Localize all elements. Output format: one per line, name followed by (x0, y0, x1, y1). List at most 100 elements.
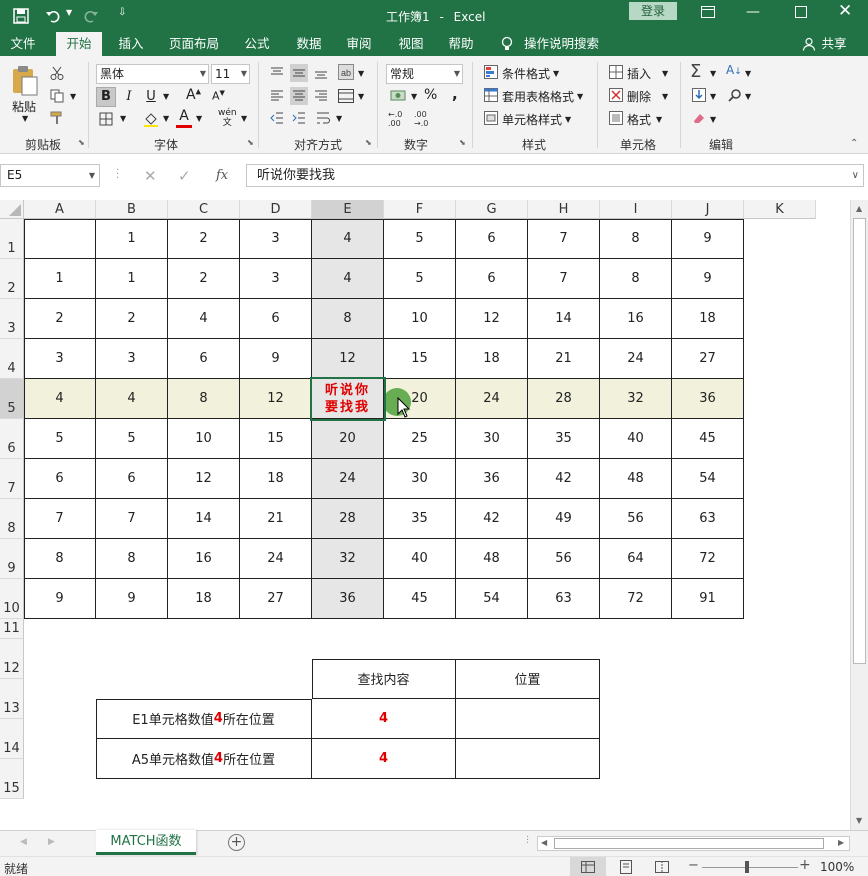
copy-dropdown-icon[interactable]: ▼ (70, 92, 76, 101)
table-cell[interactable]: 56 (528, 539, 600, 579)
table-cell[interactable]: 42 (456, 499, 528, 539)
ribbon-display-options-icon[interactable] (698, 4, 718, 20)
sheet-tab-active[interactable]: MATCH函数 (96, 830, 196, 855)
tab-view[interactable]: 视图 (392, 32, 430, 56)
next-sheet-icon[interactable]: ▶ (48, 837, 55, 847)
table-cell[interactable]: 32 (312, 539, 384, 579)
table-cell[interactable]: 24 (312, 459, 384, 499)
table-cell[interactable]: 3 (96, 339, 168, 379)
table-cell[interactable]: 36 (312, 579, 384, 619)
table-cell[interactable]: 15 (240, 419, 312, 459)
table-cell[interactable]: 18 (456, 339, 528, 379)
row-header-2[interactable]: 2 (0, 259, 24, 299)
table-cell[interactable]: 14 (528, 299, 600, 339)
row-header-7[interactable]: 7 (0, 459, 24, 499)
tab-home[interactable]: 开始 (56, 32, 102, 56)
row-header-10[interactable]: 10 (0, 579, 24, 619)
table-cell[interactable]: 40 (384, 539, 456, 579)
formula-bar-grip-icon[interactable]: · · · (116, 166, 119, 184)
column-header-e[interactable]: E (312, 200, 384, 219)
column-header-k[interactable]: K (744, 200, 816, 219)
merge-dropdown-icon[interactable]: ▼ (358, 92, 364, 101)
vertical-scroll-thumb[interactable] (853, 218, 866, 664)
table-format-icon[interactable] (482, 87, 500, 103)
table-cell[interactable]: 3 (240, 219, 312, 259)
decrease-indent-icon[interactable] (268, 109, 286, 127)
table-cell[interactable]: 45 (384, 579, 456, 619)
row-header-12[interactable]: 12 (0, 639, 24, 679)
table-cell[interactable]: 54 (672, 459, 744, 499)
table-cell[interactable]: 18 (240, 459, 312, 499)
table-cell[interactable]: 16 (600, 299, 672, 339)
lookup-position-row1[interactable] (456, 699, 600, 739)
row-header-1[interactable]: 1 (0, 219, 24, 259)
paste-icon[interactable] (9, 64, 41, 98)
row-header-5[interactable]: 5 (0, 379, 24, 419)
table-cell[interactable]: 7 (528, 219, 600, 259)
active-cell-e5[interactable]: 听说你要找我 (310, 377, 386, 421)
column-header-h[interactable]: H (528, 200, 600, 219)
align-middle-icon[interactable] (290, 64, 308, 82)
table-cell[interactable]: 42 (528, 459, 600, 499)
clear-dropdown-icon[interactable]: ▼ (710, 115, 716, 124)
table-cell[interactable]: 2 (96, 299, 168, 339)
delete-cells-label[interactable]: 删除 (627, 88, 651, 105)
table-cell[interactable]: 24 (240, 539, 312, 579)
table-cell[interactable]: 6 (456, 219, 528, 259)
table-cell[interactable]: 6 (168, 339, 240, 379)
table-cell[interactable]: 45 (672, 419, 744, 459)
table-cell[interactable]: 8 (168, 379, 240, 419)
font-shrink-button[interactable]: A▼ (212, 89, 225, 103)
table-cell[interactable]: 64 (600, 539, 672, 579)
table-cell[interactable]: 32 (600, 379, 672, 419)
font-color-button[interactable]: A (176, 108, 192, 128)
undo-dropdown-icon[interactable]: ▼ (66, 8, 72, 17)
column-header-a[interactable]: A (24, 200, 96, 219)
formula-input[interactable]: 听说你要找我 ∨ (246, 164, 864, 187)
table-cell[interactable]: 72 (672, 539, 744, 579)
table-cell[interactable]: 56 (600, 499, 672, 539)
table-cell[interactable]: 35 (528, 419, 600, 459)
table-cell[interactable]: 9 (672, 259, 744, 299)
table-cell[interactable]: 63 (672, 499, 744, 539)
table-cell[interactable]: 8 (312, 299, 384, 339)
clear-icon[interactable] (690, 110, 708, 126)
copy-icon[interactable] (48, 87, 66, 105)
zoom-slider-track[interactable] (702, 867, 798, 868)
zoom-out-button[interactable]: − (688, 858, 699, 873)
number-format-select[interactable]: 常规 ▼ (386, 64, 463, 84)
minimize-icon[interactable]: — (746, 4, 760, 20)
table-cell[interactable]: 5 (384, 259, 456, 299)
table-cell[interactable]: 12 (240, 379, 312, 419)
insert-cells-icon[interactable] (607, 64, 625, 80)
format-cells-icon[interactable] (607, 110, 625, 126)
table-cell[interactable]: 54 (456, 579, 528, 619)
zoom-slider-thumb[interactable] (745, 861, 749, 873)
row-header-9[interactable]: 9 (0, 539, 24, 579)
comma-button[interactable]: , (452, 85, 458, 103)
table-cell[interactable]: 5 (24, 419, 96, 459)
table-cell[interactable]: 28 (312, 499, 384, 539)
find-select-icon[interactable] (726, 87, 744, 103)
table-cell[interactable]: 4 (312, 219, 384, 259)
zoom-level[interactable]: 100% (820, 860, 854, 874)
prev-sheet-icon[interactable]: ◀ (20, 837, 27, 847)
table-cell[interactable]: 27 (240, 579, 312, 619)
table-cell[interactable]: 7 (96, 499, 168, 539)
tab-formulas[interactable]: 公式 (238, 32, 276, 56)
table-cell[interactable]: 4 (168, 299, 240, 339)
table-cell[interactable] (24, 219, 96, 259)
table-cell[interactable]: 48 (600, 459, 672, 499)
scroll-left-icon[interactable]: ◀ (541, 838, 547, 847)
page-break-view-icon[interactable] (650, 857, 674, 876)
cut-icon[interactable] (48, 64, 66, 82)
fill-color-dropdown-icon[interactable]: ▼ (163, 114, 169, 123)
table-cell[interactable]: 15 (384, 339, 456, 379)
borders-icon[interactable] (97, 110, 115, 128)
row-header-14[interactable]: 14 (0, 719, 24, 759)
table-cell[interactable]: 12 (456, 299, 528, 339)
lookup-label-row2[interactable]: A5单元格数值 4 所在位置 (96, 739, 312, 779)
merge-center-icon[interactable] (336, 87, 356, 105)
format-painter-icon[interactable] (48, 109, 66, 127)
table-cell[interactable]: 30 (456, 419, 528, 459)
